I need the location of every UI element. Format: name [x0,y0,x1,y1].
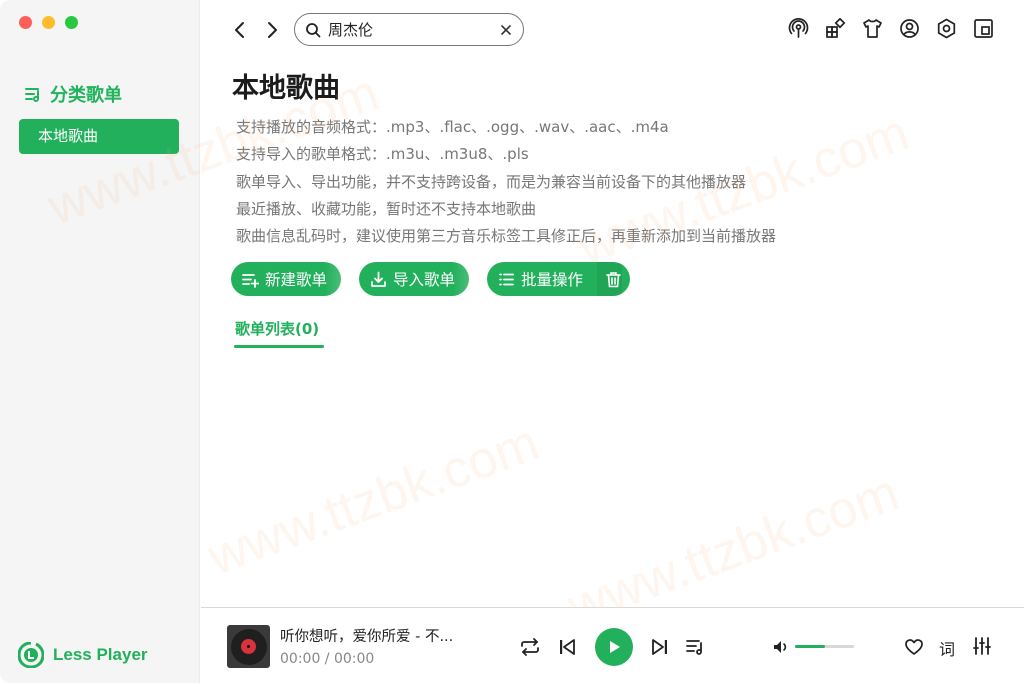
skip-forward-icon [652,639,667,655]
theme-button[interactable] [862,18,883,39]
import-playlist-label: 导入歌单 [393,271,456,289]
sidebar: 分类歌单 本地歌曲 Less Player [0,0,200,683]
apps-button[interactable] [825,17,846,39]
clear-search-icon[interactable] [499,23,513,37]
info-list: 支持播放的音频格式：.mp3、.flac、.ogg、.wav、.aac、.m4a… [236,114,776,250]
window-controls [19,16,78,29]
chevron-left-icon [235,22,244,38]
play-button[interactable] [595,628,633,666]
sidebar-item-local-songs[interactable]: 本地歌曲 [19,119,179,154]
list-icon [499,273,514,285]
info-line: 歌曲信息乱码时，建议使用第三方音乐标签工具修正后，再重新添加到当前播放器 [236,227,777,246]
next-button[interactable] [650,637,670,657]
sidebar-section-title: 分类歌单 [50,85,122,106]
miniplayer-icon [974,19,993,38]
toolbar [788,17,994,39]
info-line: 支持播放的音频格式：.mp3、.flac、.ogg、.wav、.aac、.m4a [236,118,669,136]
repeat-button[interactable] [519,636,541,658]
playback-time: 00:00 / 00:00 [280,651,375,667]
info-line: 支持导入的歌单格式：.m3u、.m3u8、.pls [236,145,529,164]
app-window: 分类歌单 本地歌曲 Less Player 周杰伦 本地歌曲 支持播放的音频格式… [0,0,1024,683]
favorite-button[interactable] [904,637,924,657]
trash-icon [606,271,621,287]
previous-button[interactable] [557,637,577,657]
settings-button[interactable] [936,18,957,39]
apps-icon [826,17,846,38]
vinyl-icon [230,628,267,665]
maximize-window-button[interactable] [65,16,78,29]
skip-back-icon [560,639,575,655]
repeat-icon [521,638,539,656]
search-input[interactable] [328,20,488,39]
action-buttons: 新建歌单 导入歌单 批量操作 [231,262,631,296]
podcast-icon [788,18,809,38]
close-window-button[interactable] [19,16,32,29]
search-box [294,13,524,46]
brand-name: Less Player [53,645,148,664]
less-player-logo-icon [18,642,44,668]
queue-button[interactable] [685,637,705,657]
queue-icon [686,640,702,655]
play-icon [610,641,620,653]
minimize-window-button[interactable] [42,16,55,29]
equalizer-icon [973,637,991,655]
user-button[interactable] [899,18,920,39]
volume-level [795,645,825,648]
info-line: 最近播放、收藏功能，暂时还不支持本地歌曲 [236,199,537,218]
volume-icon [774,641,787,653]
watermark: www.ttzbk.com [200,413,547,587]
playlist-add-icon [242,273,259,288]
miniplayer-button[interactable] [973,18,994,39]
player-bar: 听你想听，爱你所爱 - 不... 00:00 / 00:00 词 [201,607,1024,683]
search-icon [306,22,321,37]
user-icon [900,19,919,38]
new-playlist-label: 新建歌单 [265,271,328,289]
album-cover[interactable] [227,625,270,668]
forward-button[interactable] [261,18,283,42]
info-line: 歌单导入、导出功能，并不支持跨设备，而是为兼容当前设备下的其他播放器 [236,172,747,191]
shirt-icon [863,19,882,38]
tab-active-indicator [234,345,324,348]
import-icon [371,271,386,287]
equalizer-button[interactable] [972,636,992,656]
chevron-right-icon [268,22,277,38]
brand: Less Player [18,642,148,668]
volume-slider[interactable] [795,645,854,648]
now-playing-title[interactable]: 听你想听，爱你所爱 - 不... [280,625,453,646]
new-playlist-button[interactable]: 新建歌单 [231,262,342,296]
sidebar-section-header: 分类歌单 [24,81,122,107]
import-playlist-button[interactable]: 导入歌单 [359,262,470,296]
delete-button[interactable] [597,262,623,296]
lyrics-button[interactable]: 词 [939,636,955,660]
page-title: 本地歌曲 [232,73,340,104]
heart-icon [905,639,923,655]
volume-button[interactable] [772,638,790,656]
playlist-icon [25,88,39,102]
settings-icon [937,18,956,39]
podcast-button[interactable] [788,18,809,39]
batch-operation-label: 批量操作 [521,271,584,289]
back-button[interactable] [229,18,251,42]
tab-playlist-list[interactable]: 歌单列表(0) [235,318,319,339]
batch-operation-button[interactable]: 批量操作 [487,262,631,296]
